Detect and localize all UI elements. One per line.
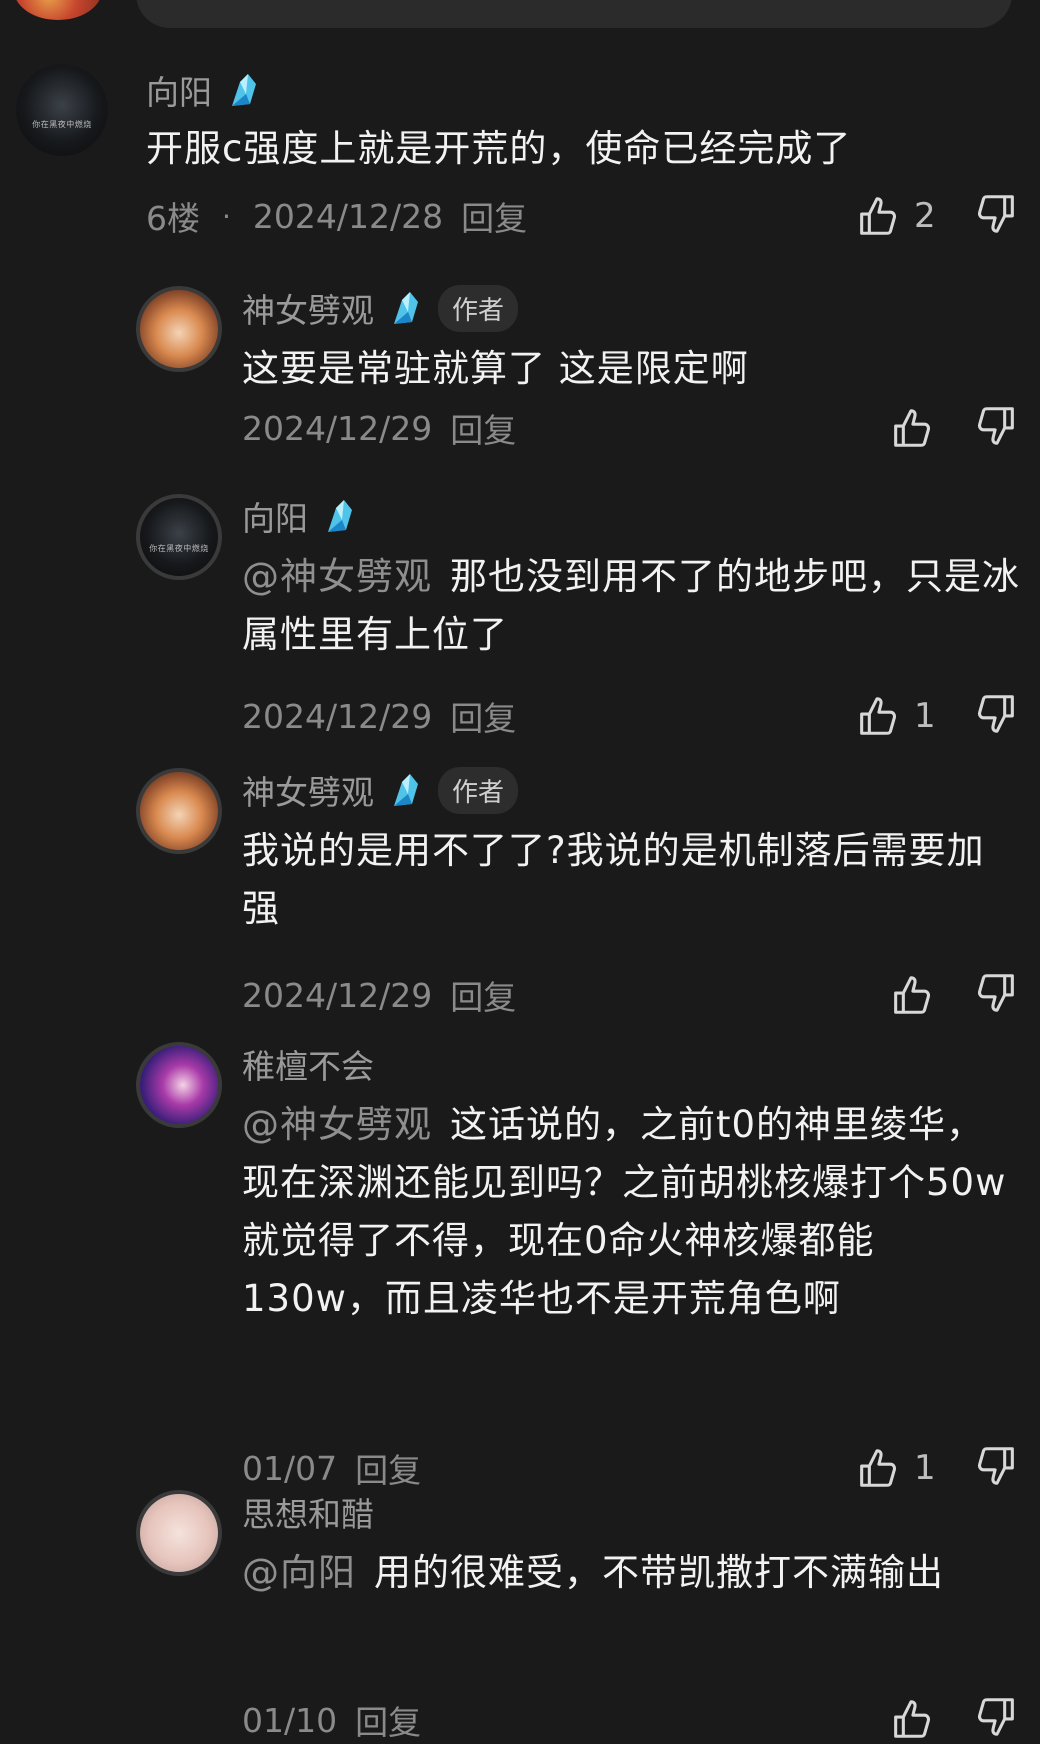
like-button[interactable]: 1 [854,1445,974,1491]
reply-button[interactable]: 回复 [355,1444,421,1492]
comment-input[interactable] [136,0,1012,28]
dislike-button[interactable] [974,1443,1020,1493]
blue-crystal-badge-icon [226,70,262,110]
reply-button[interactable]: 回复 [450,404,516,452]
like-button[interactable] [854,405,974,451]
blue-crystal-badge-icon [388,770,424,810]
like-button[interactable] [854,1696,974,1742]
commenter-name[interactable]: 神女劈观 [242,284,374,332]
thumbs-down-icon [977,695,1014,733]
avatar-caption: 你在黑夜中燃烧 [149,544,209,554]
blue-crystal-badge-icon [322,496,358,536]
thumbs-down-icon [977,407,1014,445]
like-count: 2 [914,196,936,236]
comment-item: 你在黑夜中燃烧 向阳 开服c强度上就是开荒的，使命已经完成了 6楼 · 2024… [0,58,1040,258]
blue-crystal-badge-icon [388,288,424,328]
thumbs-up-icon [860,1449,897,1487]
thumbs-up-icon [894,409,931,447]
comment-date: 2024/12/28 [252,196,444,236]
dislike-button[interactable] [974,1694,1020,1744]
mention-link[interactable]: @神女劈观 [242,1103,432,1146]
thumbs-down-icon [977,195,1014,233]
avatar[interactable] [136,768,222,854]
dislike-button[interactable] [974,691,1020,741]
reply-button[interactable]: 回复 [461,192,527,240]
like-button[interactable] [854,972,974,1018]
reply-text: 我说的是用不了了?我说的是机制落后需要加强 [242,829,985,930]
thumbs-up-icon [860,197,897,235]
reply-item: 你在黑夜中燃烧 向阳 @神女劈观 那也没到用不了的地步吧，只是冰属性里有上位了 2… [0,494,1040,744]
avatar-caption: 你在黑夜中燃烧 [32,120,92,130]
thumbs-down-icon [977,1698,1014,1736]
meta-separator: · [222,199,231,233]
avatar[interactable] [136,1042,222,1128]
reply-item: 神女劈观 作者 这要是常驻就算了 这是限定啊 2024/12/29 回复 [0,284,1040,476]
commenter-name[interactable]: 稚檀不会 [242,1040,374,1088]
commenter-name[interactable]: 思想和醋 [242,1488,374,1536]
reply-item: 稚檀不会 @神女劈观 这话说的，之前t0的神里绫华，现在深渊还能见到吗？之前胡桃核… [0,1040,1040,1490]
reply-text: @向阳 用的很难受，不带凯撒打不满输出 [242,1544,1012,1602]
mention-link[interactable]: @向阳 [242,1551,356,1594]
reply-text: @神女劈观 这话说的，之前t0的神里绫华，现在深渊还能见到吗？之前胡桃核爆打个50… [242,1096,1012,1328]
like-count: 1 [914,696,936,736]
top-partial-bar [0,0,1040,30]
reply-date: 2024/12/29 [242,408,433,448]
thumbs-down-icon [977,974,1014,1012]
thumbs-down-icon [977,1447,1014,1485]
reply-item: 思想和醋 @向阳 用的很难受，不带凯撒打不满输出 01/10 回复 [0,1488,1040,1742]
commenter-name[interactable]: 神女劈观 [242,766,374,814]
like-button[interactable]: 2 [854,193,974,239]
dislike-button[interactable] [974,970,1020,1020]
user-avatar[interactable] [14,0,102,20]
reply-date: 01/07 [242,1448,338,1488]
mention-link[interactable]: @神女劈观 [242,555,432,598]
reply-button[interactable]: 回复 [355,1696,421,1744]
like-count: 1 [914,1448,936,1488]
avatar[interactable] [136,286,222,372]
thumbs-up-icon [894,976,931,1014]
dislike-button[interactable] [974,191,1020,241]
author-tag: 作者 [438,284,519,332]
author-tag: 作者 [438,766,519,814]
dislike-button[interactable] [974,403,1020,453]
reply-text: @神女劈观 那也没到用不了的地步吧，只是冰属性里有上位了 [242,548,1022,664]
reply-date: 2024/12/29 [242,696,433,736]
reply-body: 用的很难受，不带凯撒打不满输出 [374,1551,944,1594]
reply-button[interactable]: 回复 [450,692,516,740]
reply-text: 这要是常驻就算了 这是限定啊 [242,347,749,390]
commenter-name[interactable]: 向阳 [146,66,212,114]
thumbs-up-icon [894,1700,931,1738]
avatar[interactable] [136,1490,222,1576]
reply-button[interactable]: 回复 [450,971,516,1019]
like-button[interactable]: 1 [854,693,974,739]
reply-date: 01/10 [242,1700,338,1740]
reply-item: 神女劈观 作者 我说的是用不了了?我说的是机制落后需要加强 2024/12/29… [0,766,1040,1019]
commenter-name[interactable]: 向阳 [242,492,308,540]
avatar[interactable]: 你在黑夜中燃烧 [136,494,222,580]
reply-date: 2024/12/29 [242,975,433,1015]
comment-text: 开服c强度上就是开荒的，使命已经完成了 [146,127,852,170]
thumbs-up-icon [860,697,897,735]
floor-number: 6楼 [146,199,200,238]
avatar[interactable]: 你在黑夜中燃烧 [16,64,108,156]
